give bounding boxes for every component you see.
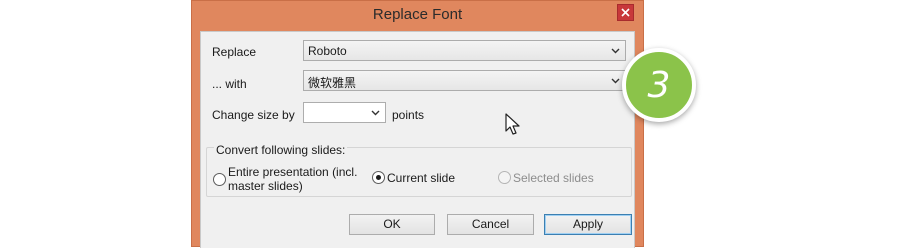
replace-font-dialog: Replace Font Replace Roboto ... with 微软雅…	[191, 0, 644, 248]
close-button[interactable]	[617, 4, 634, 21]
radio-button-entire[interactable]	[213, 173, 226, 186]
replace-font-value: Roboto	[308, 44, 347, 58]
dialog-body: Replace Roboto ... with 微软雅黑 Change size…	[200, 31, 635, 248]
dialog-title: Replace Font	[372, 6, 463, 23]
mouse-cursor-icon	[505, 113, 520, 135]
close-icon	[621, 8, 630, 17]
with-font-value: 微软雅黑	[308, 76, 357, 90]
replace-label: Replace	[212, 45, 257, 59]
selected-slides-label: Selected slides	[513, 171, 594, 185]
entire-presentation-label-line2: master slides)	[228, 179, 303, 193]
with-label: ... with	[212, 77, 247, 91]
with-font-select[interactable]: 微软雅黑	[303, 70, 626, 91]
chevron-down-icon	[371, 110, 380, 116]
change-size-label: Change size by	[212, 108, 295, 122]
radio-button-selected	[498, 171, 511, 184]
points-label: points	[392, 108, 425, 122]
chevron-down-icon	[611, 48, 620, 54]
replace-font-select[interactable]: Roboto	[303, 40, 626, 61]
entire-presentation-label-line1: Entire presentation (incl.	[228, 165, 358, 179]
radio-button-current[interactable]	[372, 171, 385, 184]
convert-group-title: Convert following slides:	[214, 143, 348, 157]
chevron-down-icon	[611, 78, 620, 84]
step-number-badge: 3	[622, 48, 696, 122]
current-slide-label: Current slide	[387, 171, 456, 185]
cancel-button[interactable]: Cancel	[447, 214, 534, 235]
change-size-select[interactable]	[303, 102, 386, 123]
title-bar[interactable]: Replace Font	[192, 1, 643, 29]
ok-button[interactable]: OK	[349, 214, 435, 235]
apply-button[interactable]: Apply	[544, 214, 632, 235]
